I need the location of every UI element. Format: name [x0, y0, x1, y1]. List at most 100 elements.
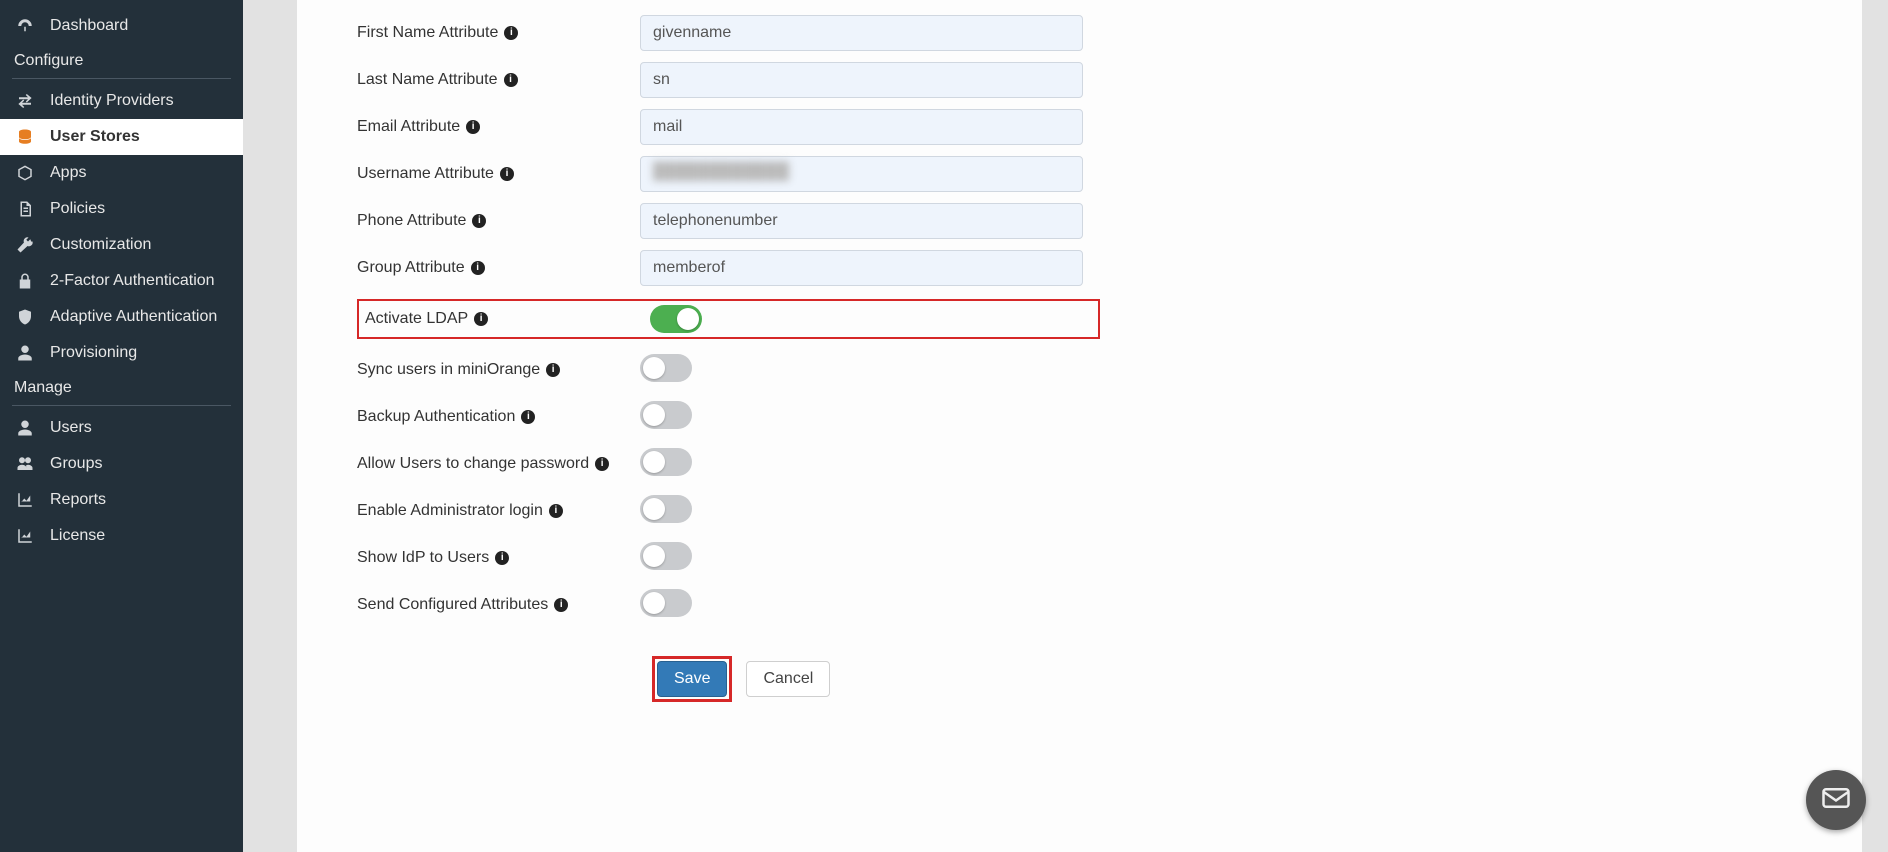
label-activate-ldap: Activate LDAP i	[359, 310, 650, 328]
sidebar-item-groups[interactable]: Groups	[0, 446, 243, 482]
info-icon[interactable]: i	[554, 598, 568, 612]
label-text: Phone Attribute	[357, 212, 466, 230]
save-button[interactable]: Save	[657, 661, 727, 697]
info-icon[interactable]: i	[474, 312, 488, 326]
sidebar-item-dashboard[interactable]: Dashboard	[0, 8, 243, 44]
info-icon[interactable]: i	[466, 120, 480, 134]
cancel-button[interactable]: Cancel	[746, 661, 830, 697]
sidebar-item-label: Identity Providers	[50, 92, 174, 110]
input-first-name-attribute[interactable]	[640, 15, 1083, 51]
toggle-backup-auth[interactable]	[640, 401, 692, 429]
toggle-show-idp[interactable]	[640, 542, 692, 570]
chart-icon	[14, 491, 36, 509]
main-area: First Name Attribute i Last Name Attribu…	[243, 0, 1888, 852]
row-group-attribute: Group Attribute i	[357, 245, 1822, 291]
sidebar-item-reports[interactable]: Reports	[0, 482, 243, 518]
input-last-name-attribute[interactable]	[640, 62, 1083, 98]
info-icon[interactable]: i	[549, 504, 563, 518]
chat-launcher[interactable]	[1806, 770, 1866, 830]
sidebar-item-identity-providers[interactable]: Identity Providers	[0, 83, 243, 119]
sidebar-item-label: 2-Factor Authentication	[50, 272, 215, 290]
label-text: Email Attribute	[357, 118, 460, 136]
info-icon[interactable]: i	[472, 214, 486, 228]
info-icon[interactable]: i	[504, 73, 518, 87]
label-text: Send Configured Attributes	[357, 596, 548, 614]
save-highlight: Save	[652, 656, 732, 702]
input-email-attribute[interactable]	[640, 109, 1083, 145]
label-text: Group Attribute	[357, 259, 465, 277]
sidebar-item-policies[interactable]: Policies	[0, 191, 243, 227]
sidebar-item-label: User Stores	[50, 128, 140, 146]
toggle-enable-admin-login[interactable]	[640, 495, 692, 523]
arrows-icon	[14, 92, 36, 110]
info-icon[interactable]: i	[495, 551, 509, 565]
label-group-attribute: Group Attribute i	[357, 259, 640, 277]
sidebar-item-apps[interactable]: Apps	[0, 155, 243, 191]
row-first-name-attribute: First Name Attribute i	[357, 10, 1822, 56]
sidebar-item-label: Apps	[50, 164, 86, 182]
sidebar-item-label: License	[50, 527, 105, 545]
info-icon[interactable]: i	[500, 167, 514, 181]
user-icon	[14, 344, 36, 362]
label-email-attribute: Email Attribute i	[357, 118, 640, 136]
database-icon	[14, 128, 36, 146]
sidebar: Dashboard Configure Identity Providers U…	[0, 0, 243, 852]
sidebar-item-customization[interactable]: Customization	[0, 227, 243, 263]
sidebar-item-label: Users	[50, 419, 92, 437]
toggle-allow-change-pw[interactable]	[640, 448, 692, 476]
sidebar-item-label: Adaptive Authentication	[50, 308, 217, 326]
label-text: First Name Attribute	[357, 24, 498, 42]
sidebar-item-users[interactable]: Users	[0, 410, 243, 446]
sidebar-item-label: Reports	[50, 491, 106, 509]
row-sync-users: Sync users in miniOrange i	[357, 347, 1822, 393]
info-icon[interactable]: i	[546, 363, 560, 377]
sidebar-item-license[interactable]: License	[0, 518, 243, 554]
sidebar-item-label: Dashboard	[50, 17, 128, 35]
toggle-send-configured-attrs[interactable]	[640, 589, 692, 617]
form-panel: First Name Attribute i Last Name Attribu…	[297, 0, 1862, 852]
info-icon[interactable]: i	[504, 26, 518, 40]
row-show-idp: Show IdP to Users i	[357, 535, 1822, 581]
group-icon	[14, 455, 36, 473]
row-allow-change-pw: Allow Users to change password i	[357, 441, 1822, 487]
toggle-sync-users[interactable]	[640, 354, 692, 382]
sidebar-item-label: Customization	[50, 236, 151, 254]
label-send-configured-attrs: Send Configured Attributes i	[357, 596, 640, 614]
sidebar-divider	[12, 405, 231, 406]
info-icon[interactable]: i	[521, 410, 535, 424]
input-group-attribute[interactable]	[640, 250, 1083, 286]
sidebar-item-label: Policies	[50, 200, 105, 218]
sidebar-item-provisioning[interactable]: Provisioning	[0, 335, 243, 371]
info-icon[interactable]: i	[595, 457, 609, 471]
input-username-attribute[interactable]: ████████████	[640, 156, 1083, 192]
user-icon	[14, 419, 36, 437]
info-icon[interactable]: i	[471, 261, 485, 275]
sidebar-item-adaptive-auth[interactable]: Adaptive Authentication	[0, 299, 243, 335]
label-enable-admin-login: Enable Administrator login i	[357, 502, 640, 520]
row-email-attribute: Email Attribute i	[357, 104, 1822, 150]
label-text: Sync users in miniOrange	[357, 361, 540, 379]
label-backup-auth: Backup Authentication i	[357, 408, 640, 426]
label-last-name-attribute: Last Name Attribute i	[357, 71, 640, 89]
wrench-icon	[14, 236, 36, 254]
row-phone-attribute: Phone Attribute i	[357, 198, 1822, 244]
row-username-attribute: Username Attribute i ████████████	[357, 151, 1822, 197]
dashboard-icon	[14, 17, 36, 35]
mail-icon	[1821, 783, 1851, 818]
toggle-activate-ldap[interactable]	[650, 305, 702, 333]
box-icon	[14, 164, 36, 182]
shield-icon	[14, 308, 36, 326]
label-text: Enable Administrator login	[357, 502, 543, 520]
sidebar-item-2fa[interactable]: 2-Factor Authentication	[0, 263, 243, 299]
label-username-attribute: Username Attribute i	[357, 165, 640, 183]
sidebar-section-manage: Manage	[0, 371, 243, 403]
label-text: Backup Authentication	[357, 408, 515, 426]
row-enable-admin-login: Enable Administrator login i	[357, 488, 1822, 534]
label-text: Show IdP to Users	[357, 549, 489, 567]
input-phone-attribute[interactable]	[640, 203, 1083, 239]
row-backup-auth: Backup Authentication i	[357, 394, 1822, 440]
button-row: Save Cancel	[357, 656, 1822, 702]
sidebar-item-user-stores[interactable]: User Stores	[0, 119, 243, 155]
label-sync-users: Sync users in miniOrange i	[357, 361, 640, 379]
row-activate-ldap: Activate LDAP i	[357, 299, 1100, 339]
